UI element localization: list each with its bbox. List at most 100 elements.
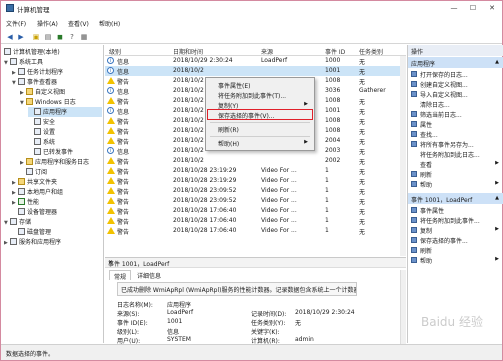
action-item[interactable]: 事件属性 <box>408 205 503 215</box>
close-icon[interactable]: ✕ <box>108 259 403 266</box>
event-list-scrollbar[interactable] <box>400 56 406 256</box>
detail-scrollbar[interactable] <box>400 270 406 344</box>
table-row[interactable]: 警告 2018/10/28 17:06:40 Video For ... 1 无 <box>105 226 406 236</box>
action-item[interactable]: 刷新 <box>408 245 503 255</box>
column-source[interactable]: 来源 <box>261 47 273 56</box>
title-bar[interactable]: 计算机管理 — ☐ ✕ <box>1 1 502 16</box>
ctx-item-event-properties[interactable]: 事件属性(E) <box>218 81 250 90</box>
chevron-right-icon: ▶ <box>495 180 499 186</box>
tree-item-computer-management[interactable]: 计算机管理(本地) <box>4 47 60 57</box>
cell-category: 无 <box>359 59 366 66</box>
column-event-id[interactable]: 事件 ID <box>325 47 345 56</box>
action-item[interactable]: 将任务附加到此事件... <box>408 215 503 225</box>
table-row[interactable]: 警告 2018/10/28 23:19:29 Video For ... 1 无 <box>105 176 406 186</box>
table-row[interactable]: 警告 2018/10/28 23:09:52 Video For ... 1 无 <box>105 186 406 196</box>
close-button[interactable]: ✕ <box>483 2 501 14</box>
tree-item-storage[interactable]: ▼ 存储 <box>4 217 31 227</box>
tree-item-windows-logs[interactable]: ▼ Windows 日志 <box>20 97 76 107</box>
action-item[interactable]: 保存选择的事件... <box>408 235 503 245</box>
mmc-icon[interactable]: ▦ <box>79 32 89 42</box>
help-icon[interactable]: ? <box>67 32 77 42</box>
tree-item-security[interactable]: 安全 <box>28 117 55 127</box>
show-hide-tree-icon[interactable]: ▤ <box>43 32 53 42</box>
action-item[interactable]: 刷新 <box>408 169 503 179</box>
menu-view[interactable]: 查看(V) <box>68 19 89 28</box>
cell-category: 无 <box>359 99 366 106</box>
table-row[interactable]: 警告 2018/10/28 17:06:40 Video For ... 1 无 <box>105 206 406 216</box>
tree-item-application[interactable]: 应用程序 <box>28 107 102 117</box>
menu-help[interactable]: 帮助(H) <box>99 19 120 28</box>
tree-item-services-apps[interactable]: ▶ 服务和应用程序 <box>4 237 61 247</box>
action-item[interactable]: 创建自定义视图... <box>408 79 503 89</box>
action-item[interactable]: 打开保存的日志... <box>408 69 503 79</box>
help-icon <box>411 257 417 263</box>
tree-item-performance[interactable]: ▶ 性能 <box>12 197 39 207</box>
menu-action[interactable]: 操作(A) <box>37 19 58 28</box>
help-icon <box>411 181 417 187</box>
copy-icon <box>411 227 417 233</box>
cell-category: 无 <box>359 179 366 186</box>
tree-item-app-service-logs[interactable]: ▶ 应用程序和服务日志 <box>20 157 89 167</box>
tree-item-forwarded-events[interactable]: 已转发事件 <box>28 147 73 157</box>
actions-section-application[interactable]: 应用程序 ▲ <box>408 57 503 68</box>
forward-icon[interactable]: ▶ <box>16 32 26 42</box>
tree-item-disk-management[interactable]: 磁盘管理 <box>12 227 51 237</box>
column-category[interactable]: 任务类别 <box>359 47 383 56</box>
ctx-item-save-selected-events[interactable]: 保存选择的事件(V)... <box>218 111 275 120</box>
chevron-up-icon[interactable]: ▲ <box>495 195 499 201</box>
table-row[interactable]: 警告 2018/10/28 23:09:52 Video For ... 1 无 <box>105 196 406 206</box>
tab-details[interactable]: 详细信息 <box>133 270 165 280</box>
table-row[interactable]: i 信息 2018/10/2 1001 无 <box>105 66 406 76</box>
properties-icon[interactable]: ◼ <box>55 32 65 42</box>
action-item[interactable]: 清除日志... <box>408 99 503 109</box>
table-row[interactable]: 警告 2018/10/28 23:19:29 Video For ... 1 无 <box>105 166 406 176</box>
ctx-item-help[interactable]: 帮助(H) <box>218 139 239 148</box>
tree-item-custom-views[interactable]: ▶ 自定义视图 <box>20 87 65 97</box>
cell-level: 警告 <box>117 159 130 166</box>
log-icon <box>34 108 41 115</box>
table-row[interactable]: 警告 2018/10/28 17:06:40 Video For ... 1 无 <box>105 216 406 226</box>
chevron-up-icon[interactable]: ▲ <box>495 59 499 65</box>
tree-item-setup[interactable]: 设置 <box>28 127 55 137</box>
action-item[interactable]: 将任务附加到此日志... <box>408 149 503 159</box>
tree-item-task-scheduler[interactable]: ▶ 任务计划程序 <box>12 67 63 77</box>
action-item-label: 查看 <box>420 162 433 169</box>
action-item-label: 帮助 <box>420 258 433 265</box>
tab-general[interactable]: 常规 <box>109 270 132 281</box>
storage-icon <box>10 218 17 225</box>
menu-file[interactable]: 文件(F) <box>6 19 26 28</box>
tree-item-subscriptions[interactable]: 订阅 <box>20 167 47 177</box>
action-item[interactable]: 导入自定义视图... <box>408 89 503 99</box>
ctx-item-attach-task[interactable]: 将任务附加到此事件(T)... <box>218 91 286 100</box>
column-datetime[interactable]: 日期和时间 <box>173 47 203 56</box>
tree-item-system-tools[interactable]: ▼ 系统工具 <box>4 57 43 67</box>
table-row[interactable]: i 信息 2018/10/29 2:30:24 LoadPerf 1000 无 <box>105 56 406 66</box>
column-level[interactable]: 级别 <box>109 47 121 56</box>
minimize-button[interactable]: — <box>445 2 463 14</box>
cell-event-id: 1008 <box>325 97 341 104</box>
table-row[interactable]: 警告 2018/10/2 2002 无 <box>105 156 406 166</box>
action-item-label: 打开保存的日志... <box>420 72 468 79</box>
back-icon[interactable]: ◀ <box>5 32 15 42</box>
folder-up-icon[interactable]: ▣ <box>31 32 41 42</box>
folder-icon <box>26 98 33 105</box>
cell-event-id: 2002 <box>325 157 341 164</box>
action-item[interactable]: 筛选当前日志... <box>408 109 503 119</box>
tree-item-device-manager[interactable]: 设备管理器 <box>12 207 57 217</box>
action-item[interactable]: 帮助 ▶ <box>408 179 503 189</box>
actions-section-event[interactable]: 事件 1001，LoadPerf ▲ <box>408 193 503 204</box>
action-item[interactable]: 将所有事件另存为... <box>408 139 503 149</box>
maximize-button[interactable]: ☐ <box>464 2 482 14</box>
tree-item-shared-folders[interactable]: ▶ 共享文件夹 <box>12 177 57 187</box>
action-item[interactable]: 帮助 ▶ <box>408 255 503 265</box>
action-item[interactable]: 查看 ▶ <box>408 159 503 169</box>
tree-item-local-users[interactable]: ▶ 本地用户和组 <box>12 187 63 197</box>
tree-item-system[interactable]: 系统 <box>28 137 55 147</box>
field-keywords-label: 关键字(K): <box>251 329 280 336</box>
ctx-item-refresh[interactable]: 刷新(R) <box>218 125 239 134</box>
action-item[interactable]: 查找... <box>408 129 503 139</box>
action-item[interactable]: 属性 <box>408 119 503 129</box>
tree-item-event-viewer[interactable]: ▼ 事件查看器 <box>12 77 57 87</box>
field-logged-label: 记录时间(D): <box>251 311 287 318</box>
action-item[interactable]: 复制 ▶ <box>408 225 503 235</box>
